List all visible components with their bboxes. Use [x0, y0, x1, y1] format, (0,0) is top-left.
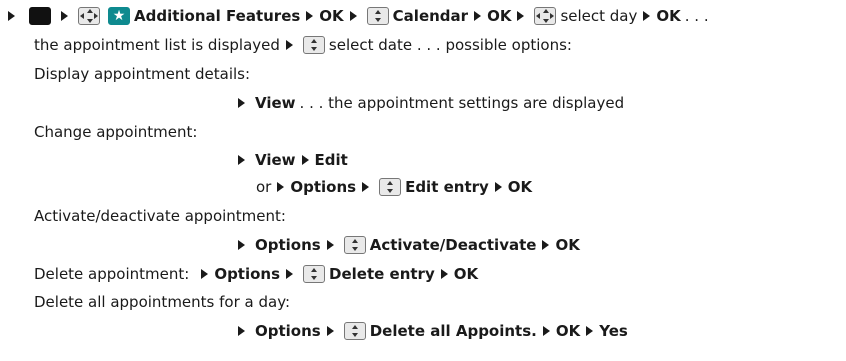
up-down-key-icon: [343, 236, 366, 254]
view-label: View: [255, 151, 296, 169]
ok-label: OK: [555, 236, 580, 254]
arrow-icon: [494, 182, 502, 192]
up-down-key-icon: [343, 322, 366, 340]
arrow-icon: [301, 155, 309, 165]
arrow-icon: [238, 98, 245, 108]
arrow-icon: [8, 11, 15, 21]
up-down-key-icon: [379, 178, 402, 196]
arrow-icon: [286, 269, 294, 279]
calendar-label: Calendar: [392, 7, 469, 25]
select-day-text: select day: [560, 7, 638, 25]
arrow-icon: [326, 326, 334, 336]
activate-deactivate-label: Activate/Deactivate: [369, 236, 537, 254]
arrow-icon: [542, 326, 550, 336]
list-displayed-text: the appointment list is displayed: [34, 36, 280, 54]
arrow-icon: [474, 11, 482, 21]
navigation-key-icon: [78, 7, 100, 25]
arrow-icon: [326, 240, 334, 250]
ok-label: OK: [453, 265, 479, 283]
arrow-icon: [201, 269, 209, 279]
delete-all-heading: Delete all appointments for a day:: [34, 293, 291, 311]
up-down-key-icon: [302, 36, 325, 54]
arrow-icon: [61, 11, 68, 21]
arrow-icon: [362, 182, 370, 192]
arrow-icon: [586, 326, 594, 336]
options-label: Options: [255, 236, 321, 254]
ok-label: OK: [656, 7, 681, 25]
change-appointment-step-2: or Options Edit entry OK: [256, 175, 532, 199]
or-text: or: [256, 178, 272, 196]
ok-label: OK: [487, 7, 512, 25]
view-suffix-text: . . . the appointment settings are displ…: [299, 94, 625, 112]
edit-entry-label: Edit entry: [405, 178, 489, 196]
change-appointment-step-1: View Edit: [238, 148, 348, 172]
arrow-icon: [238, 326, 245, 336]
display-details-step: View . . . the appointment settings are …: [238, 91, 624, 115]
ok-label: OK: [555, 322, 581, 340]
options-label: Options: [290, 178, 357, 196]
up-down-key-icon: [303, 265, 326, 283]
arrow-icon: [285, 40, 293, 50]
ok-label: OK: [507, 178, 533, 196]
options-label: Options: [214, 265, 281, 283]
options-label: Options: [255, 322, 321, 340]
menu-label: Additional Features: [134, 7, 301, 25]
step-line-2: the appointment list is displayed select…: [34, 33, 572, 57]
delete-appointment-row: Delete appointment: Options Delete entry…: [34, 262, 478, 286]
view-label: View: [255, 94, 296, 112]
delete-all-step: Options Delete all Appoints. OK Yes: [238, 319, 628, 343]
arrow-icon: [277, 182, 285, 192]
star-icon: ★: [108, 7, 130, 25]
arrow-icon: [238, 155, 245, 165]
arrow-icon: [440, 269, 448, 279]
arrow-icon: [517, 11, 525, 21]
delete-appointment-heading: Delete appointment:: [34, 265, 190, 283]
arrow-icon: [643, 11, 651, 21]
arrow-icon: [349, 11, 357, 21]
arrow-icon: [306, 11, 314, 21]
activate-step: Options Activate/Deactivate OK: [238, 233, 580, 257]
display-details-heading: Display appointment details:: [34, 65, 251, 83]
delete-entry-label: Delete entry: [329, 265, 435, 283]
change-appointment-heading: Change appointment:: [34, 123, 198, 141]
ellipsis-text: . . .: [684, 7, 709, 25]
ok-label: OK: [319, 7, 344, 25]
step-line-1: ★ Additional Features OK Calendar OK sel…: [8, 4, 709, 28]
activate-heading: Activate/deactivate appointment:: [34, 207, 286, 225]
delete-all-label: Delete all Appoints.: [369, 322, 537, 340]
yes-label: Yes: [599, 322, 628, 340]
edit-label: Edit: [314, 151, 348, 169]
arrow-icon: [238, 240, 245, 250]
arrow-icon: [542, 240, 550, 250]
black-menu-key-icon: [29, 7, 51, 25]
select-date-text: select date . . . possible options:: [328, 36, 572, 54]
navigation-key-icon: [534, 7, 557, 25]
up-down-key-icon: [366, 7, 389, 25]
